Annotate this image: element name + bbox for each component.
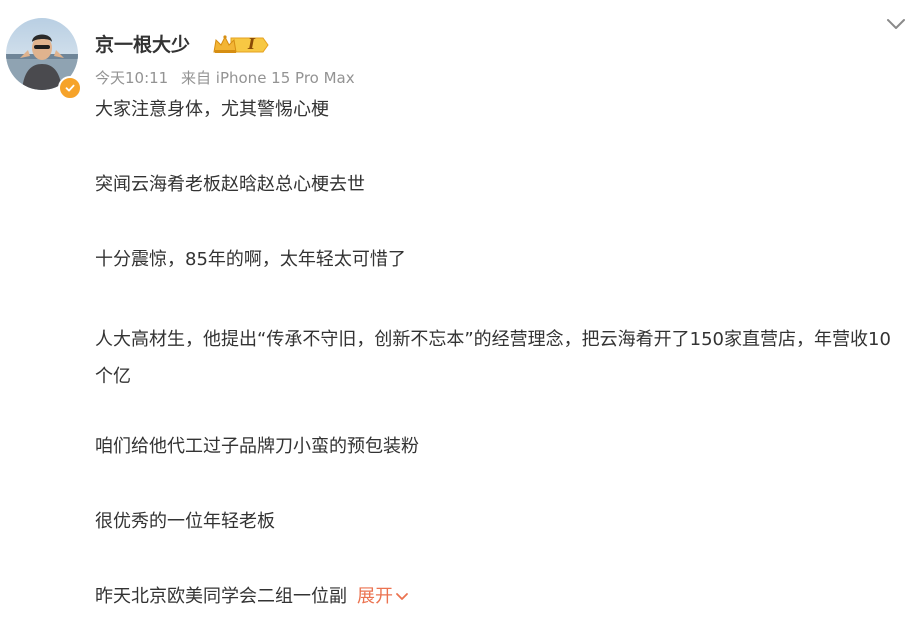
paragraph: 昨天北京欧美同学会二组一位副 展开 xyxy=(95,583,905,611)
post-source: 来自 iPhone 15 Pro Max xyxy=(181,69,355,87)
post-time[interactable]: 今天10:11 xyxy=(95,69,168,87)
crown-level-icon[interactable]: I xyxy=(212,33,270,57)
chevron-down-icon[interactable] xyxy=(884,14,908,34)
paragraph: 大家注意身体，尤其警惕心梗 xyxy=(95,99,329,120)
post-content: 大家注意身体，尤其警惕心梗 突闻云海肴老板赵晗赵总心梗去世 十分震惊，85年的啊… xyxy=(95,96,905,611)
paragraph-text: 昨天北京欧美同学会二组一位副 xyxy=(95,586,347,607)
expand-label: 展开 xyxy=(357,586,393,607)
verified-badge-icon xyxy=(58,76,82,100)
paragraph: 突闻云海肴老板赵晗赵总心梗去世 xyxy=(95,174,365,195)
paragraph: 十分震惊，85年的啊，太年轻太可惜了 xyxy=(95,249,406,270)
paragraph: 咱们给他代工过子品牌刀小蛮的预包装粉 xyxy=(95,436,419,457)
paragraph: 人大高材生，他提出“传承不守旧，创新不忘本”的经营理念，把云海肴开了150家直营… xyxy=(95,329,891,387)
post-meta: 今天10:11 来自 iPhone 15 Pro Max xyxy=(95,68,363,88)
avatar[interactable] xyxy=(6,18,82,100)
level-label: I xyxy=(248,35,256,53)
chevron-down-icon xyxy=(396,593,408,600)
expand-button[interactable]: 展开 xyxy=(357,586,409,607)
paragraph: 很优秀的一位年轻老板 xyxy=(95,511,275,532)
weibo-post: 京一根大少 I 今天10:11 来自 iPhone 15 Pro Max 大家注… xyxy=(0,0,915,627)
username[interactable]: 京一根大少 xyxy=(95,33,190,57)
